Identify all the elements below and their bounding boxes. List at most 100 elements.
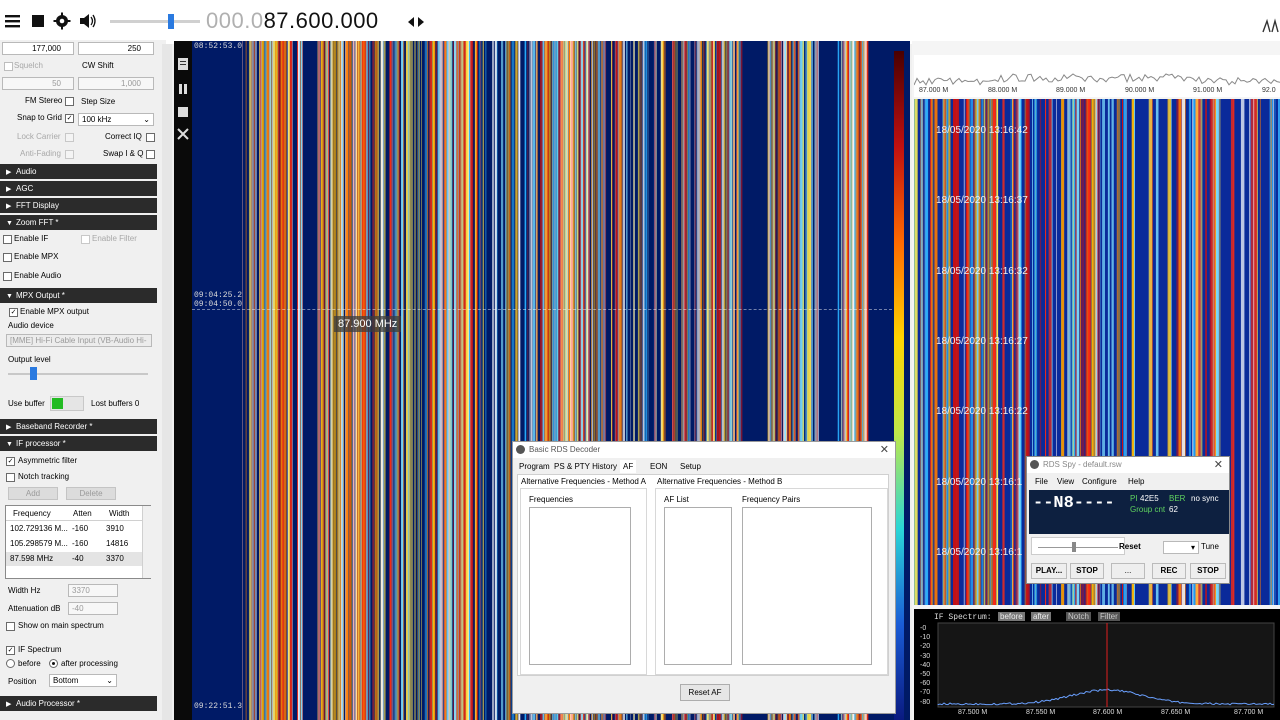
af-list[interactable] <box>664 507 732 665</box>
waterfall-streak <box>430 41 432 720</box>
waterfall-streak <box>275 41 278 720</box>
cw-shift-field[interactable]: 1,000 <box>78 77 154 90</box>
volume-slider[interactable] <box>110 20 200 23</box>
output-level-slider[interactable] <box>8 373 148 375</box>
waterfall-streak <box>345 41 346 720</box>
tab-ps-pty-history[interactable]: PS & PTY History <box>554 462 617 471</box>
section-baseband-recorder[interactable]: ▶ Baseband Recorder * <box>0 419 157 434</box>
asymmetric-filter-checkbox[interactable]: ✓ <box>6 457 15 466</box>
enable-mpx-output-checkbox[interactable]: ✓ <box>9 308 18 317</box>
reset-af-button[interactable]: Reset AF <box>680 684 730 701</box>
filter-bandwidth-field[interactable]: 177,000 <box>2 42 74 55</box>
delete-button[interactable]: Delete <box>66 487 116 500</box>
table-scrollbar[interactable] <box>142 506 151 578</box>
menu-view[interactable]: View <box>1057 477 1074 486</box>
squelch-field[interactable]: 50 <box>2 77 74 90</box>
table-row[interactable]: 105.298579 M... -160 14816 <box>6 537 142 551</box>
signal-level-slider[interactable] <box>1031 537 1125 555</box>
enable-if-checkbox[interactable] <box>3 235 12 244</box>
waterfall-streak <box>460 41 463 720</box>
add-button[interactable]: Add <box>8 487 58 500</box>
waterfall-streak <box>349 41 350 720</box>
fm-stereo-checkbox[interactable] <box>65 97 74 106</box>
menu-configure[interactable]: Configure <box>1082 477 1117 486</box>
swap-iq-checkbox[interactable] <box>146 150 155 159</box>
frequency-pairs-label: Frequency Pairs <box>742 495 801 504</box>
width-hz-field[interactable]: 3370 <box>68 584 118 597</box>
show-on-main-checkbox[interactable] <box>6 622 15 631</box>
close-icon[interactable]: ✕ <box>1214 457 1223 473</box>
lock-carrier-checkbox[interactable] <box>65 133 74 142</box>
menu-help[interactable]: Help <box>1128 477 1144 486</box>
stop-icon[interactable] <box>177 106 189 118</box>
anti-fading-checkbox[interactable] <box>65 150 74 159</box>
section-if-processor[interactable]: ▼ IF processor * <box>0 436 157 451</box>
volume-slider-thumb[interactable] <box>168 14 174 29</box>
position-label: Position <box>8 677 37 686</box>
rds-spy-titlebar[interactable]: RDS Spy - default.rsw ✕ <box>1027 457 1229 473</box>
waterfall-streak <box>462 41 464 720</box>
anti-fading-label: Anti-Fading <box>20 149 61 158</box>
swap-arrows-icon[interactable] <box>406 13 426 33</box>
frequencies-list[interactable] <box>529 507 631 665</box>
play-button[interactable]: PLAY... <box>1031 563 1067 579</box>
correct-iq-checkbox[interactable] <box>146 133 155 142</box>
audio-device-select[interactable]: [MME] Hi-Fi Cable Input (VB-Audio Hi- <box>6 334 152 347</box>
use-buffer-label: Use buffer <box>8 399 45 408</box>
table-row[interactable]: 102.729136 M... -160 3910 <box>6 522 142 536</box>
section-zoom-fft[interactable]: ▼ Zoom FFT * <box>0 215 157 230</box>
stop-button[interactable]: STOP <box>1070 563 1104 579</box>
frequency-pairs-list[interactable] <box>742 507 872 665</box>
tab-af[interactable]: AF <box>620 460 637 473</box>
notch-tracking-checkbox[interactable] <box>6 473 15 482</box>
after-processing-radio[interactable] <box>49 659 58 668</box>
fm-stereo-label: FM Stereo <box>25 96 63 105</box>
pause-icon[interactable] <box>177 83 189 95</box>
frequency-display[interactable]: 000.087.600.000 <box>206 8 379 34</box>
gear-icon[interactable] <box>53 12 73 32</box>
stop-icon[interactable] <box>30 12 50 32</box>
position-select[interactable]: Bottom ⌄ <box>49 674 117 687</box>
rds-spy-select[interactable]: ▾ <box>1163 541 1199 554</box>
browse-button[interactable]: ... <box>1111 563 1145 579</box>
reset-button[interactable]: Reset <box>1119 542 1141 551</box>
enable-filter-checkbox[interactable] <box>81 235 90 244</box>
tune-button[interactable]: Tune <box>1201 542 1219 551</box>
stop-rec-button[interactable]: STOP <box>1190 563 1226 579</box>
if-spectrum-checkbox[interactable]: ✓ <box>6 646 15 655</box>
squelch-checkbox[interactable] <box>4 62 13 71</box>
section-audio[interactable]: ▶ Audio <box>0 164 157 179</box>
if-spectrum-panel[interactable]: IF Spectrum: before after Notch Filter -… <box>914 609 1280 720</box>
tab-setup[interactable]: Setup <box>680 462 701 471</box>
rds-panel: 87.000 M 88.000 M 89.000 M 90.000 M 91.0… <box>912 41 1280 720</box>
wide-spectrum[interactable]: 87.000 M 88.000 M 89.000 M 90.000 M 91.0… <box>914 55 1280 97</box>
attenuation-field[interactable]: -40 <box>68 602 118 615</box>
tools-icon[interactable] <box>177 128 189 140</box>
section-mpx-output[interactable]: ▼ MPX Output * <box>0 288 157 303</box>
close-icon[interactable]: ✕ <box>880 442 889 458</box>
before-radio[interactable] <box>6 659 15 668</box>
menu-file[interactable]: File <box>1035 477 1048 486</box>
section-audio-processor[interactable]: ▶ Audio Processor * <box>0 696 157 711</box>
tab-program[interactable]: Program <box>519 462 550 471</box>
step-size-select[interactable]: 100 kHz ⌄ <box>78 113 154 126</box>
output-level-thumb[interactable] <box>30 367 37 380</box>
enable-mpx-checkbox[interactable] <box>3 253 12 262</box>
menu-icon[interactable] <box>4 12 24 32</box>
rec-button[interactable]: REC <box>1152 563 1186 579</box>
table-row[interactable]: 87.598 MHz -40 3370 <box>6 552 142 566</box>
rds-decoder-titlebar[interactable]: Basic RDS Decoder ✕ <box>513 442 895 458</box>
waterfall-streak <box>931 99 934 605</box>
section-agc[interactable]: ▶ AGC <box>0 181 157 196</box>
section-ifproc-label: IF processor * <box>16 439 66 448</box>
speaker-icon[interactable] <box>78 12 98 32</box>
tab-eon[interactable]: EON <box>650 462 667 471</box>
sidebar-scrollbar[interactable] <box>162 44 172 720</box>
filter-order-field[interactable]: 250 <box>78 42 154 55</box>
before-label: before <box>18 659 41 668</box>
slider-thumb[interactable] <box>1072 542 1076 552</box>
document-icon[interactable] <box>177 57 189 71</box>
section-fft-display[interactable]: ▶ FFT Display <box>0 198 157 213</box>
enable-audio-checkbox[interactable] <box>3 272 12 281</box>
snap-to-grid-checkbox[interactable]: ✓ <box>65 114 74 123</box>
